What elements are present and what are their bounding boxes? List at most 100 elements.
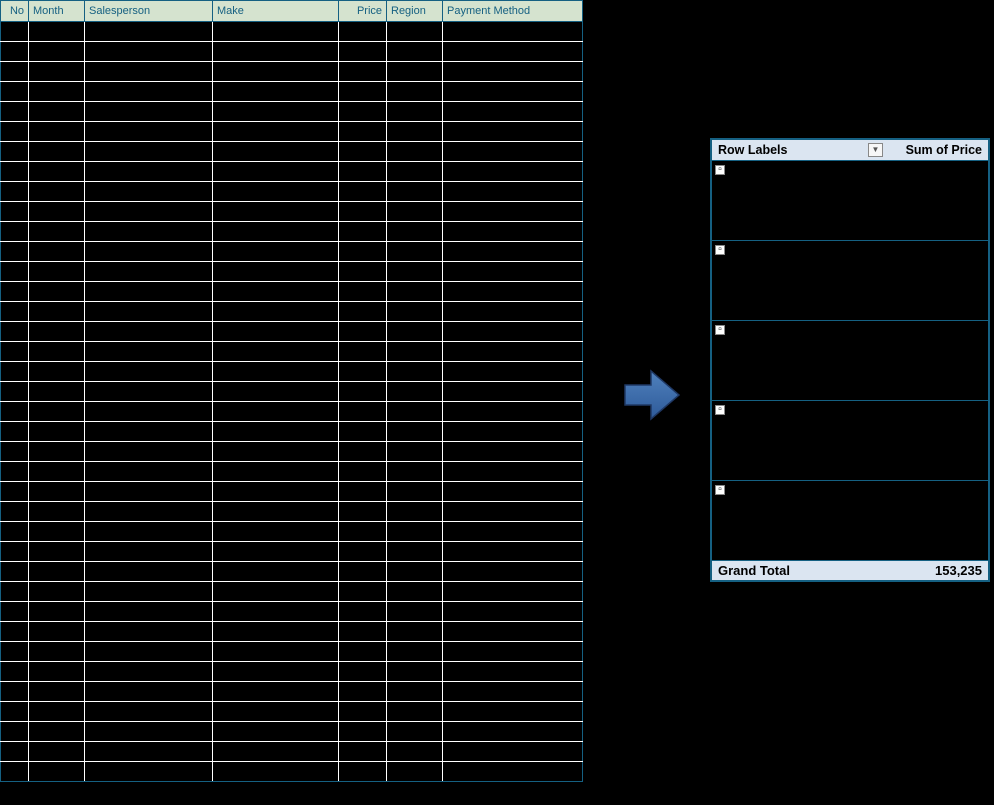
table-cell[interactable] <box>85 82 213 102</box>
table-cell[interactable] <box>1 302 29 322</box>
table-cell[interactable] <box>29 362 85 382</box>
table-row[interactable] <box>1 562 583 582</box>
table-cell[interactable] <box>85 502 213 522</box>
table-cell[interactable] <box>443 322 583 342</box>
table-cell[interactable] <box>85 582 213 602</box>
pivot-sub-label[interactable] <box>712 280 893 300</box>
table-cell[interactable] <box>29 742 85 762</box>
table-cell[interactable] <box>339 642 387 662</box>
table-cell[interactable] <box>213 582 339 602</box>
table-cell[interactable] <box>339 82 387 102</box>
table-cell[interactable] <box>1 402 29 422</box>
table-cell[interactable] <box>29 462 85 482</box>
table-cell[interactable] <box>443 242 583 262</box>
table-cell[interactable] <box>443 262 583 282</box>
table-cell[interactable] <box>213 662 339 682</box>
table-cell[interactable] <box>29 302 85 322</box>
pivot-sub-row[interactable] <box>712 280 988 300</box>
table-row[interactable] <box>1 662 583 682</box>
table-cell[interactable] <box>85 302 213 322</box>
table-cell[interactable] <box>1 62 29 82</box>
table-cell[interactable] <box>387 322 443 342</box>
pivot-group-row[interactable]: ▫ <box>712 480 988 500</box>
pivot-sub-row[interactable] <box>712 500 988 520</box>
table-cell[interactable] <box>387 282 443 302</box>
table-row[interactable] <box>1 582 583 602</box>
pivot-sub-label[interactable] <box>712 540 893 560</box>
table-cell[interactable] <box>443 662 583 682</box>
table-cell[interactable] <box>213 22 339 42</box>
table-cell[interactable] <box>339 362 387 382</box>
table-cell[interactable] <box>339 762 387 782</box>
table-cell[interactable] <box>213 562 339 582</box>
table-cell[interactable] <box>387 302 443 322</box>
table-cell[interactable] <box>339 542 387 562</box>
table-cell[interactable] <box>1 242 29 262</box>
table-cell[interactable] <box>339 662 387 682</box>
table-cell[interactable] <box>213 262 339 282</box>
table-cell[interactable] <box>443 582 583 602</box>
table-row[interactable] <box>1 82 583 102</box>
table-cell[interactable] <box>213 182 339 202</box>
table-cell[interactable] <box>387 162 443 182</box>
table-cell[interactable] <box>1 342 29 362</box>
pivot-group-row[interactable]: ▫ <box>712 160 988 180</box>
table-row[interactable] <box>1 742 583 762</box>
table-cell[interactable] <box>213 742 339 762</box>
table-cell[interactable] <box>339 422 387 442</box>
table-cell[interactable] <box>213 322 339 342</box>
table-cell[interactable] <box>213 302 339 322</box>
table-cell[interactable] <box>85 402 213 422</box>
table-cell[interactable] <box>85 182 213 202</box>
table-row[interactable] <box>1 702 583 722</box>
table-cell[interactable] <box>85 282 213 302</box>
table-cell[interactable] <box>387 482 443 502</box>
table-cell[interactable] <box>29 82 85 102</box>
table-cell[interactable] <box>29 262 85 282</box>
pivot-sub-row[interactable] <box>712 540 988 560</box>
table-cell[interactable] <box>443 182 583 202</box>
table-cell[interactable] <box>443 142 583 162</box>
table-cell[interactable] <box>29 562 85 582</box>
pivot-sub-label[interactable] <box>712 220 893 240</box>
table-cell[interactable] <box>1 182 29 202</box>
pivot-group-label[interactable]: ▫ <box>712 160 893 180</box>
table-cell[interactable] <box>339 602 387 622</box>
collapse-icon[interactable]: ▫ <box>715 485 725 495</box>
table-cell[interactable] <box>29 522 85 542</box>
table-cell[interactable] <box>85 142 213 162</box>
table-cell[interactable] <box>443 722 583 742</box>
table-cell[interactable] <box>29 402 85 422</box>
pivot-sub-label[interactable] <box>712 360 893 380</box>
table-cell[interactable] <box>387 42 443 62</box>
table-cell[interactable] <box>213 542 339 562</box>
table-cell[interactable] <box>443 642 583 662</box>
table-cell[interactable] <box>85 162 213 182</box>
table-cell[interactable] <box>29 242 85 262</box>
table-cell[interactable] <box>443 42 583 62</box>
table-cell[interactable] <box>443 442 583 462</box>
table-cell[interactable] <box>85 22 213 42</box>
table-cell[interactable] <box>1 462 29 482</box>
table-cell[interactable] <box>1 102 29 122</box>
table-cell[interactable] <box>29 542 85 562</box>
pivot-group-row[interactable]: ▫ <box>712 240 988 260</box>
table-cell[interactable] <box>85 382 213 402</box>
table-cell[interactable] <box>387 222 443 242</box>
table-cell[interactable] <box>339 322 387 342</box>
table-cell[interactable] <box>1 322 29 342</box>
table-cell[interactable] <box>85 422 213 442</box>
table-cell[interactable] <box>339 682 387 702</box>
table-cell[interactable] <box>85 202 213 222</box>
table-cell[interactable] <box>443 522 583 542</box>
table-cell[interactable] <box>339 742 387 762</box>
table-cell[interactable] <box>29 702 85 722</box>
table-cell[interactable] <box>443 302 583 322</box>
table-cell[interactable] <box>1 422 29 442</box>
table-cell[interactable] <box>29 642 85 662</box>
table-cell[interactable] <box>85 622 213 642</box>
pivot-group-label[interactable]: ▫ <box>712 480 893 500</box>
table-cell[interactable] <box>387 122 443 142</box>
table-cell[interactable] <box>443 462 583 482</box>
pivot-sub-row[interactable] <box>712 460 988 480</box>
